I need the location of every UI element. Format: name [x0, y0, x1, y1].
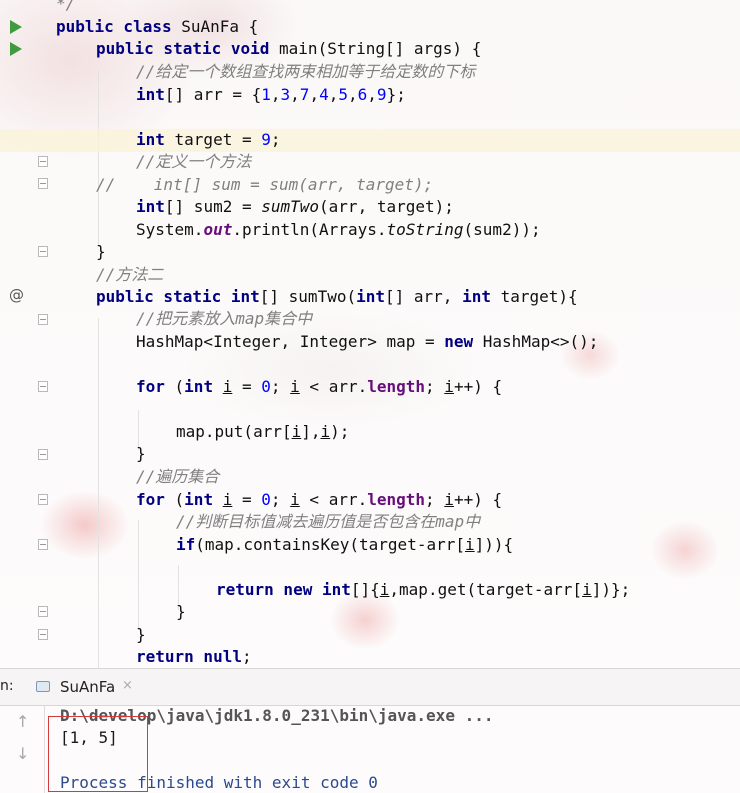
code-text: return null;: [136, 647, 252, 666]
code-line[interactable]: public class SuAnFa {: [0, 16, 740, 39]
code-line[interactable]: System.out.println(Arrays.toString(sum2)…: [0, 219, 740, 242]
code-line[interactable]: int[] sum2 = sumTwo(arr, target);: [0, 196, 740, 219]
down-arrow-icon[interactable]: ↓: [16, 744, 29, 763]
code-text: //定义一个方法: [136, 152, 252, 171]
output-highlight-box: [48, 716, 148, 792]
code-text: }: [136, 444, 146, 463]
code-text: for (int i = 0; i < arr.length; i++) {: [136, 490, 503, 509]
code-line[interactable]: }: [0, 624, 740, 647]
code-text: }: [96, 242, 106, 261]
code-line[interactable]: //把元素放入map集合中: [0, 308, 740, 331]
code-line[interactable]: }: [0, 601, 740, 624]
code-text: public static int[] sumTwo(int[] arr, in…: [96, 287, 578, 306]
code-text: // int[] sum = sum(arr, target);: [96, 175, 434, 194]
code-line[interactable]: //给定一个数组查找两束相加等于给定数的下标: [0, 61, 740, 84]
code-text: HashMap<Integer, Integer> map = new Hash…: [136, 332, 599, 351]
code-line[interactable]: public static int[] sumTwo(int[] arr, in…: [0, 286, 740, 309]
code-text: }: [136, 625, 146, 644]
code-text: //遍历集合: [136, 467, 220, 486]
code-line[interactable]: HashMap<Integer, Integer> map = new Hash…: [0, 331, 740, 354]
tab-label: SuAnFa: [60, 678, 116, 696]
run-tab-bar: n: SuAnFa ×: [0, 668, 740, 706]
code-text: public static void main(String[] args) {: [96, 39, 482, 58]
code-line[interactable]: }: [0, 241, 740, 264]
up-arrow-icon[interactable]: ↑: [16, 712, 29, 731]
console-toolbar: ↑ ↓: [0, 706, 45, 793]
code-text: for (int i = 0; i < arr.length; i++) {: [136, 377, 503, 396]
code-text: map.put(arr[i],i);: [176, 422, 350, 441]
current-code-line[interactable]: int target = 9;: [0, 129, 740, 152]
code-line[interactable]: //判断目标值减去遍历值是否包含在map中: [0, 511, 740, 534]
code-line[interactable]: if(map.containsKey(target-arr[i])){: [0, 534, 740, 557]
code-text: public class SuAnFa {: [56, 17, 259, 36]
code-text: //给定一个数组查找两束相加等于给定数的下标: [136, 62, 476, 81]
code-line[interactable]: return new int[]{i,map.get(target-arr[i]…: [0, 579, 740, 602]
code-text: int[] sum2 = sumTwo(arr, target);: [136, 197, 454, 216]
tab-suanfa[interactable]: SuAnFa ×: [30, 669, 148, 706]
code-text: int target = 9;: [136, 130, 281, 149]
code-line[interactable]: return null;: [0, 646, 740, 668]
code-line[interactable]: for (int i = 0; i < arr.length; i++) {: [0, 489, 740, 512]
code-line[interactable]: public static void main(String[] args) {: [0, 38, 740, 61]
code-line[interactable]: //方法二: [0, 264, 740, 287]
code-text: return new int[]{i,map.get(target-arr[i]…: [216, 580, 631, 599]
console-icon: [36, 681, 50, 692]
code-line[interactable]: //定义一个方法: [0, 151, 740, 174]
code-line[interactable]: map.put(arr[i],i);: [0, 421, 740, 444]
code-line[interactable]: int[] arr = {1,3,7,4,5,6,9};: [0, 84, 740, 107]
code-text: */: [56, 0, 76, 13]
close-icon[interactable]: ×: [122, 678, 133, 693]
run-label: n:: [0, 678, 14, 694]
code-text: //判断目标值减去遍历值是否包含在map中: [176, 512, 481, 531]
code-text: //方法二: [96, 265, 164, 284]
code-editor[interactable]: @ */ public class SuAnFa { public static…: [0, 0, 740, 668]
code-line[interactable]: */: [0, 0, 740, 16]
code-text: int[] arr = {1,3,7,4,5,6,9};: [136, 85, 406, 104]
code-line[interactable]: //遍历集合: [0, 466, 740, 489]
code-line[interactable]: // int[] sum = sum(arr, target);: [0, 174, 740, 197]
code-text: //把元素放入map集合中: [136, 309, 313, 328]
code-text: System.out.println(Arrays.toString(sum2)…: [136, 220, 541, 239]
code-text: if(map.containsKey(target-arr[i])){: [176, 535, 514, 554]
code-line[interactable]: }: [0, 443, 740, 466]
code-line[interactable]: for (int i = 0; i < arr.length; i++) {: [0, 376, 740, 399]
code-text: }: [176, 602, 186, 621]
